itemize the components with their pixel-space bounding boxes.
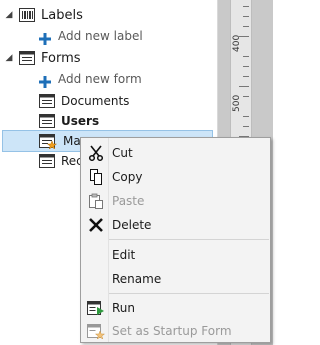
tree-node-labels[interactable]: ◢ Labels [0,4,217,26]
form-icon [19,50,35,66]
collapse-icon[interactable]: ◢ [4,10,14,20]
menu-item-label: Cut [112,145,133,160]
startup-form-icon [39,133,58,150]
form-icon [39,153,55,169]
form-icon [39,113,55,129]
tree-node-forms[interactable]: ◢ Forms [0,47,217,69]
copy-icon [87,168,105,186]
add-new-form-link[interactable]: Add new form [0,68,217,90]
menu-item-set-startup[interactable]: Set as Startup Form [81,319,270,342]
tree-item-form[interactable]: Users [0,110,217,132]
menu-item-rename[interactable]: Rename [81,267,270,290]
menu-item-label: Delete [112,217,152,232]
menu-item-label: Run [112,300,136,315]
run-form-icon [87,299,105,317]
ruler-tick [243,6,249,7]
menu-item-label: Rename [112,271,162,286]
ruler-tick [243,66,249,67]
ruler-tick [243,76,249,77]
tree-item-form[interactable]: Documents [0,90,217,112]
menu-item-run[interactable]: Run [81,296,270,319]
tree-item-label: Users [61,114,100,128]
ruler-label: 400 [232,34,242,52]
plus-icon [39,30,51,45]
add-new-form-text: Add new form [58,72,142,86]
add-new-label-text: Add new label [58,29,143,43]
ruler-tick [243,56,249,57]
paste-icon [87,192,105,210]
tree-group-label: Labels [41,7,83,23]
delete-x-icon [87,216,105,234]
tree-item-label: Ma [63,134,81,148]
menu-item-label: Paste [112,193,145,208]
ruler-tick [243,116,249,117]
context-menu: Cut Copy Paste Delete Edit Rename Run Se… [80,137,271,343]
scissors-icon [87,144,105,162]
add-new-label-link[interactable]: Add new label [0,25,217,47]
menu-separator [109,239,269,240]
menu-item-copy[interactable]: Copy [81,165,270,188]
ruler-tick [243,26,249,27]
menu-item-delete[interactable]: Delete [81,213,270,236]
ruler-tick [243,126,249,127]
menu-item-edit[interactable]: Edit [81,243,270,266]
ruler-label: 500 [232,94,242,112]
form-icon [39,93,55,109]
menu-separator [109,293,269,294]
barcode-icon [19,7,35,23]
tree-group-label: Forms [41,50,81,66]
startup-form-icon [87,322,105,340]
menu-item-cut[interactable]: Cut [81,141,270,164]
ruler-tick [243,16,249,17]
tree-item-label: Documents [61,94,130,108]
ruler-tick [243,96,249,97]
menu-item-paste[interactable]: Paste [81,189,270,212]
menu-item-label: Edit [112,247,136,262]
collapse-icon[interactable]: ◢ [4,53,14,63]
menu-item-label: Set as Startup Form [112,323,232,338]
ruler-tick [239,86,249,87]
menu-item-label: Copy [112,169,143,184]
plus-icon [39,73,51,88]
